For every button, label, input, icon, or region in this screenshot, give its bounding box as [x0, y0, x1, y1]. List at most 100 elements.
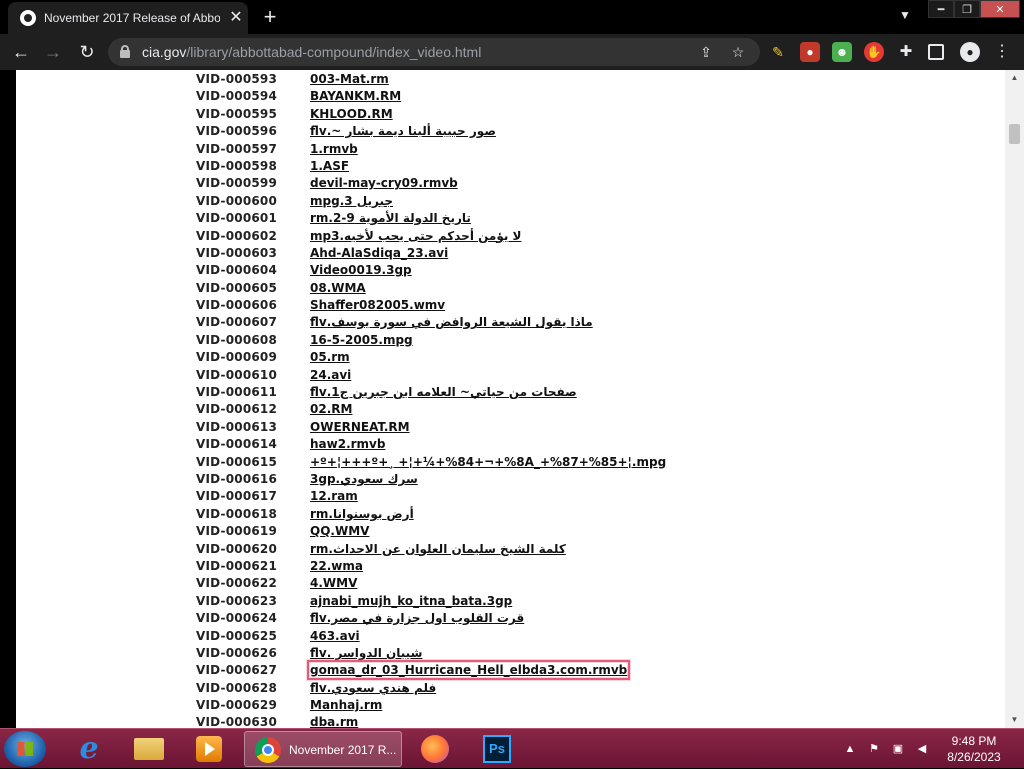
file-link[interactable]: KHLOOD.RM	[310, 107, 393, 121]
extensions-puzzle-icon[interactable]: ✚	[896, 42, 916, 62]
file-link[interactable]: QQ.WMV	[310, 524, 369, 538]
vertical-scrollbar[interactable]: ▲ ▼	[1005, 70, 1024, 728]
file-link[interactable]: Manhaj.rm	[310, 698, 382, 712]
system-clock[interactable]: 9:48 PM 8/26/2023	[940, 733, 1008, 765]
url-path: /library/abbottabad-compound/index_video…	[186, 44, 482, 60]
browser-viewport: VID-000593 003-Mat.rm VID-000594 BAYANKM.RM…	[0, 70, 1024, 728]
scroll-down-arrow-icon[interactable]: ▼	[1005, 712, 1024, 728]
new-tab-button[interactable]: +	[256, 4, 284, 30]
file-link[interactable]: 463.avi	[310, 629, 360, 643]
file-link[interactable]: 22.wma	[310, 559, 363, 573]
scroll-up-arrow-icon[interactable]: ▲	[1005, 70, 1024, 86]
file-id: VID-000613	[196, 419, 278, 434]
file-link[interactable]: 1.ASF	[310, 159, 349, 173]
forward-icon[interactable]: →	[40, 40, 66, 64]
file-id: VID-000621	[196, 558, 278, 573]
file-link[interactable]: Video0019.3gp	[310, 263, 412, 277]
file-id: VID-000623	[196, 593, 278, 608]
file-id: VID-000628	[196, 680, 278, 695]
shield-extension-icon[interactable]: ✋	[864, 42, 884, 62]
file-link[interactable]: جبريل 3.mpg	[310, 194, 393, 208]
tab-search-chevron-icon[interactable]: ▼	[894, 8, 916, 26]
browser-toolbar: ← → ↻ cia.gov/library/abbottabad-compoun…	[0, 34, 1024, 70]
file-link[interactable]: BAYANKM.RM	[310, 89, 401, 103]
minimize-icon[interactable]: ━	[928, 0, 954, 18]
menu-kebab-icon[interactable]: ⋮	[992, 42, 1012, 62]
restore-icon[interactable]: ❐	[954, 0, 980, 18]
file-link[interactable]: ماذا يقول الشيعة الروافض في سورة يوسف.fl…	[310, 315, 593, 329]
file-id: VID-000617	[196, 489, 278, 504]
file-link[interactable]: 08.WMA	[310, 281, 366, 295]
file-link[interactable]: صور حبيبة ألبنا ديمة بشار ~.flv	[310, 124, 496, 138]
file-link[interactable]: شيبان الدواسر .flv	[310, 646, 422, 660]
chrome-icon	[255, 737, 281, 763]
file-id: VID-000606	[196, 298, 278, 313]
file-link[interactable]: 003-Mat.rm	[310, 72, 389, 86]
file-link[interactable]: OWERNEAT.RM	[310, 420, 410, 434]
file-link[interactable]: قرت القلوب اول جزارة في مصر.flv	[310, 611, 524, 625]
file-link[interactable]: تاريخ الدولة الأموية 9-2.rm	[310, 211, 471, 225]
file-link[interactable]: 1.rmvb	[310, 142, 358, 156]
pencil-extension-icon[interactable]: ✎	[768, 42, 788, 62]
file-link[interactable]: +º+¦+++º+¸ +¦+¼+%84+¬+%8A_+%87+%85+¦.mpg	[310, 455, 666, 469]
file-id: VID-000625	[196, 628, 278, 643]
network-icon[interactable]: ▣	[890, 741, 906, 757]
file-id: VID-000601	[196, 211, 278, 226]
file-link[interactable]: dba.rm	[310, 715, 358, 728]
file-id: VID-000593	[196, 72, 278, 86]
file-link[interactable]: فلم هندي سعودي.flv	[310, 681, 436, 695]
close-tab-icon[interactable]: ✕	[227, 9, 245, 27]
file-link[interactable]: Ahd-AlaSdiqa_23.avi	[310, 246, 448, 260]
media-player-taskbar-button[interactable]	[182, 732, 236, 766]
file-link[interactable]: لا يؤمن أحدكم حتى يحب لأخيه.mp3	[310, 229, 521, 243]
firefox-taskbar-button[interactable]	[408, 732, 462, 766]
show-hidden-icons-arrow-icon[interactable]: ▲	[842, 741, 858, 757]
file-link[interactable]: 12.ram	[310, 489, 358, 503]
window-close-icon[interactable]: ✕	[980, 0, 1020, 18]
file-link[interactable]: 16-5-2005.mpg	[310, 333, 413, 347]
volume-muted-icon[interactable]: ◀	[914, 741, 930, 757]
file-link[interactable]: Shaffer082005.wmv	[310, 298, 445, 312]
file-id: VID-000607	[196, 315, 278, 330]
file-link[interactable]: كلمة الشيخ سليمان العلوان عن الاحداث.rm	[310, 542, 566, 556]
file-link[interactable]: سرك سعودي.3gp	[310, 472, 418, 486]
back-icon[interactable]: ←	[8, 40, 34, 64]
firefox-icon	[421, 735, 449, 763]
address-bar[interactable]: cia.gov/library/abbottabad-compound/inde…	[108, 38, 760, 66]
tab-abbottabad[interactable]: November 2017 Release of Abbottabad Comp…	[8, 2, 248, 34]
file-link[interactable]: 4.WMV	[310, 576, 357, 590]
sidepanel-icon[interactable]	[928, 44, 944, 60]
file-link[interactable]: devil-may-cry09.rmvb	[310, 176, 458, 190]
file-link[interactable]: صفحات من حياتي~ العلامه ابن جبرين ج1.flv	[310, 385, 577, 399]
window-controls: ━ ❐ ✕	[928, 0, 1020, 18]
file-explorer-taskbar-button[interactable]	[122, 732, 176, 766]
file-id: VID-000599	[196, 176, 278, 191]
file-id: VID-000596	[196, 124, 278, 139]
file-link[interactable]: 24.avi	[310, 368, 351, 382]
frog-extension-icon[interactable]: ☻	[832, 42, 852, 62]
photoshop-taskbar-button[interactable]: Ps	[470, 732, 524, 766]
pacman-ghost-extension-icon[interactable]: ●	[800, 42, 820, 62]
file-id: VID-000605	[196, 280, 278, 295]
url-text[interactable]: cia.gov/library/abbottabad-compound/inde…	[142, 44, 481, 60]
file-id: VID-000597	[196, 141, 278, 156]
file-link[interactable]: gomaa_dr_03_Hurricane_Hell_elbda3.com.rm…	[306, 660, 631, 681]
chrome-taskbar-button[interactable]: November 2017 R...	[244, 731, 402, 767]
internet-explorer-taskbar-button[interactable]: e	[62, 732, 116, 766]
url-host: cia.gov	[142, 44, 187, 60]
file-link[interactable]: haw2.rmvb	[310, 437, 385, 451]
file-link[interactable]: أرض بوسنوانا.rm	[310, 507, 414, 521]
clock-date: 8/26/2023	[947, 750, 1001, 764]
action-center-flag-icon[interactable]: ⚑	[866, 741, 882, 757]
scroll-thumb[interactable]	[1009, 124, 1020, 144]
share-icon[interactable]: ⇪	[696, 42, 716, 62]
star-icon[interactable]: ☆	[728, 42, 748, 62]
lock-icon[interactable]	[120, 45, 130, 58]
windows-taskbar: e November 2017 R... Ps ▲ ⚑ ▣ ◀ 9:48 PM …	[0, 728, 1024, 768]
file-link[interactable]: 02.RM	[310, 402, 352, 416]
profile-avatar-icon[interactable]: ●	[960, 42, 980, 62]
start-button[interactable]	[4, 731, 46, 767]
file-link[interactable]: ajnabi_mujh_ko_itna_bata.3gp	[310, 594, 512, 608]
file-link[interactable]: 05.rm	[310, 350, 350, 364]
reload-icon[interactable]: ↻	[74, 40, 100, 64]
